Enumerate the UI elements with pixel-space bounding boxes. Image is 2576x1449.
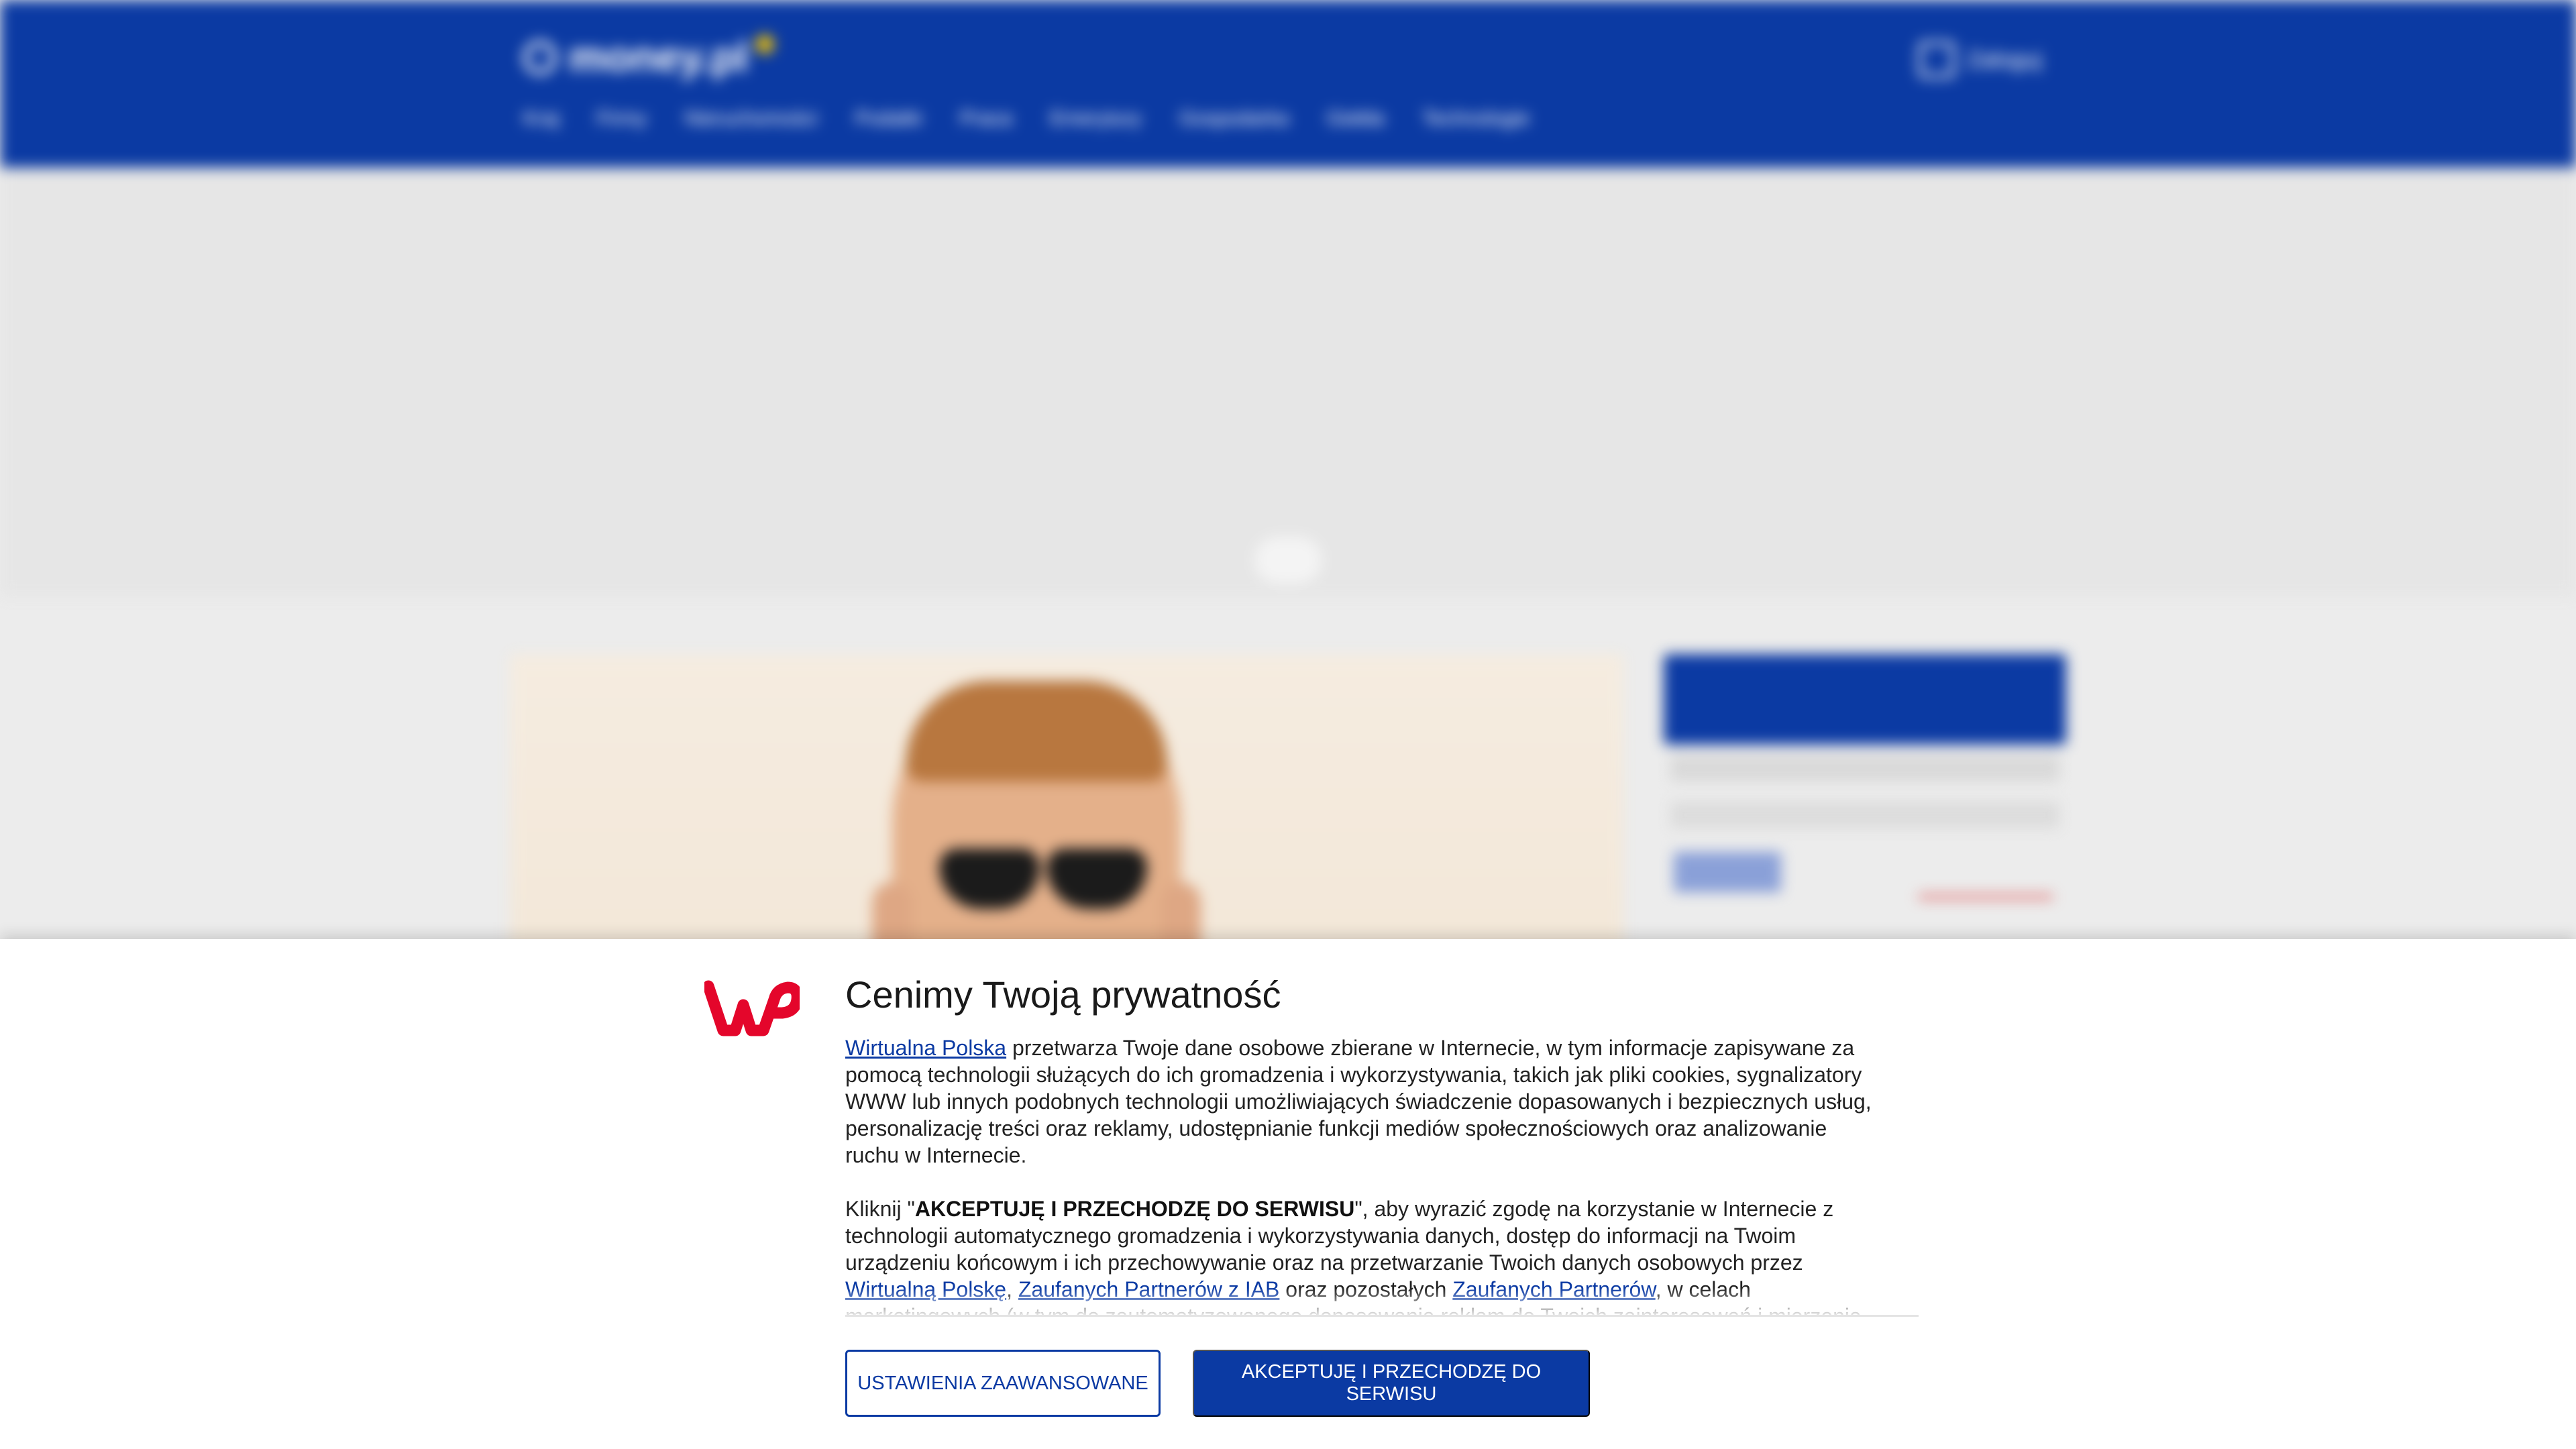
login-link[interactable]: Zaloguj xyxy=(1919,42,2042,78)
logo-star-icon xyxy=(755,34,774,54)
consent-body: Wirtualna Polska przetwarza Twoje dane o… xyxy=(845,1034,1878,1316)
login-label: Zaloguj xyxy=(1967,46,2042,72)
photo-person-hair xyxy=(906,681,1167,782)
nav-item[interactable]: Nieruchomości xyxy=(684,107,817,130)
ad-loader-icon xyxy=(1254,537,1322,584)
market-widget-quote xyxy=(1674,852,1781,892)
nav-item[interactable]: Podatki xyxy=(855,107,922,130)
market-widget-sparkline xyxy=(1919,865,2053,899)
consent-title: Cenimy Twoją prywatność xyxy=(845,973,1281,1016)
nav-item[interactable]: Gospodarka xyxy=(1179,107,1289,130)
consent-text: Kliknij " xyxy=(845,1197,915,1221)
wp-logo-icon xyxy=(704,980,800,1036)
site-header: money.pl Zaloguj Kraj Firmy Nieruchomośc… xyxy=(0,0,2576,168)
nav-item[interactable]: Giełda xyxy=(1326,107,1385,130)
consent-divider xyxy=(845,1315,1919,1317)
market-widget-row xyxy=(1670,755,2059,782)
background-page: money.pl Zaloguj Kraj Firmy Nieruchomośc… xyxy=(0,0,2576,1057)
wirtualna-polska-link[interactable]: Wirtualna Polska xyxy=(845,1036,1006,1060)
market-widget[interactable] xyxy=(1664,654,2066,745)
consent-scroll-fade xyxy=(845,1288,1919,1328)
nav-item[interactable]: Technologie xyxy=(1422,107,1529,130)
main-nav: Kraj Firmy Nieruchomości Podatki Praca E… xyxy=(523,107,1529,130)
nav-item[interactable]: Praca xyxy=(960,107,1012,130)
money-logo-icon xyxy=(523,40,557,74)
consent-paragraph-1: Wirtualna Polska przetwarza Twoje dane o… xyxy=(845,1034,1878,1169)
site-logo[interactable]: money.pl xyxy=(523,34,774,81)
market-widget-row xyxy=(1670,802,2059,828)
nav-item[interactable]: Firmy xyxy=(596,107,647,130)
nav-item[interactable]: Emerytury xyxy=(1050,107,1142,130)
ad-placeholder xyxy=(0,168,2576,597)
user-login-icon xyxy=(1919,42,1955,78)
consent-accept-emphasis: AKCEPTUJĘ I PRZECHODZĘ DO SERWISU xyxy=(914,1197,1355,1221)
site-logo-text: money.pl xyxy=(569,34,749,80)
accept-button[interactable]: AKCEPTUJĘ I PRZECHODZĘ DO SERWISU xyxy=(1193,1350,1590,1417)
consent-dialog: Cenimy Twoją prywatność Wirtualna Polska… xyxy=(0,939,2576,1449)
advanced-settings-button[interactable]: USTAWIENIA ZAAWANSOWANE xyxy=(845,1350,1161,1417)
nav-item[interactable]: Kraj xyxy=(523,107,559,130)
